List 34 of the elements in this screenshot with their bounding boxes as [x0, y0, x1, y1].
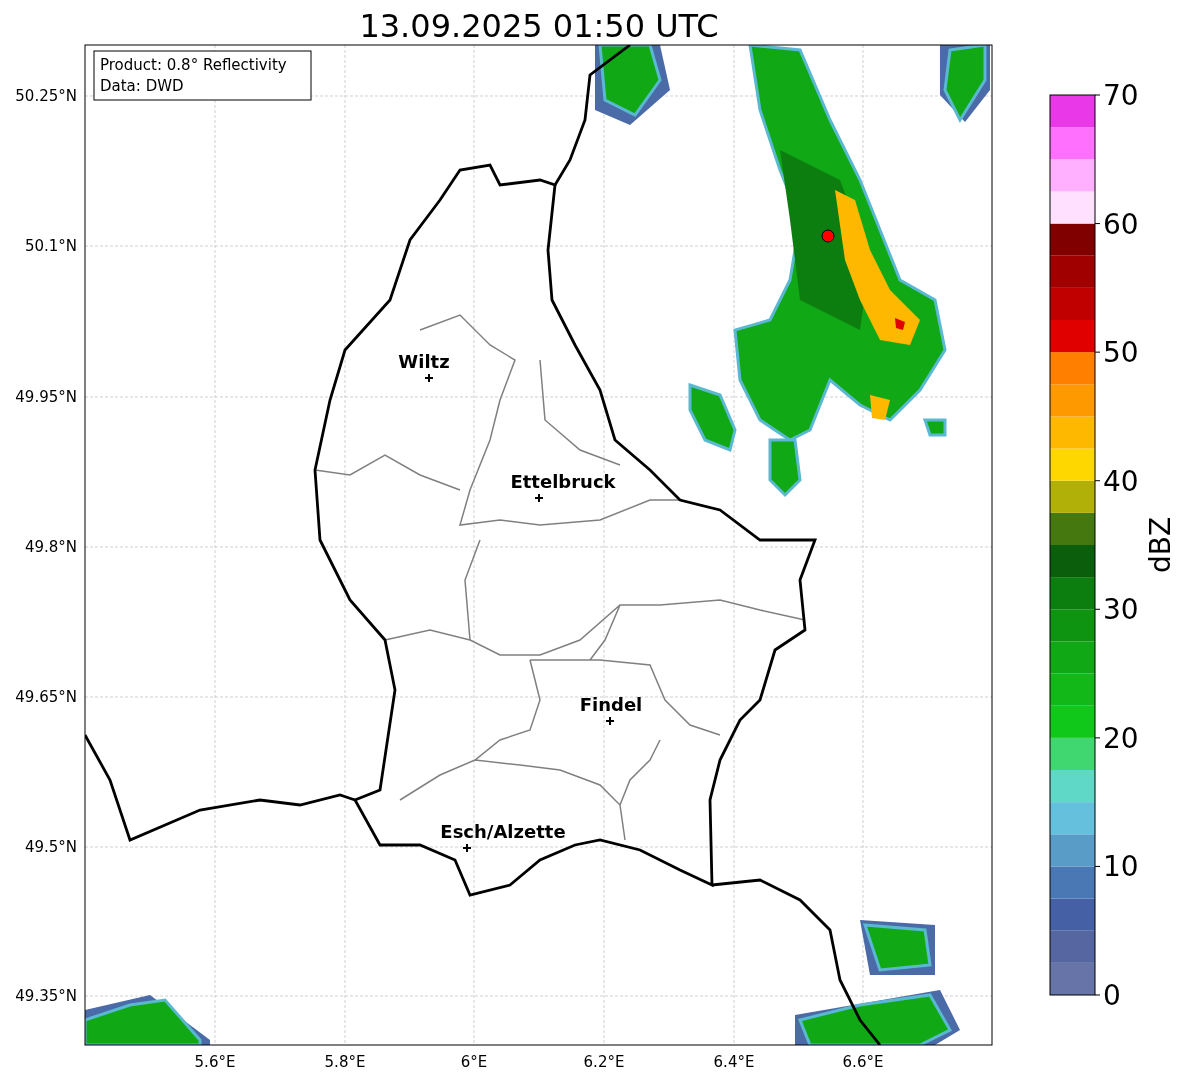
info-text: Data: DWD	[100, 77, 184, 95]
tick-label: 6°E	[460, 1053, 488, 1071]
city-label: Findel	[579, 694, 643, 715]
tick-label: 50.1°N	[24, 237, 77, 255]
tick-label: 49.65°N	[15, 688, 77, 706]
colorbar-tick-label: 20	[1103, 721, 1139, 755]
tick-label: 5.8°E	[324, 1053, 366, 1071]
tick-label: 6.4°E	[713, 1053, 755, 1071]
tick-label: 49.5°N	[24, 838, 77, 856]
info-text: Product: 0.8° Reflectivity	[100, 56, 287, 74]
colorbar-label: dBZ	[1144, 516, 1177, 574]
city-marker	[424, 373, 434, 383]
tick-label: 6.6°E	[842, 1053, 884, 1071]
city-marker	[462, 843, 472, 853]
colorbar-tick-label: 60	[1103, 207, 1139, 241]
city-label: Wiltz	[398, 351, 450, 372]
tick-label: 49.8°N	[24, 538, 77, 556]
chart-title: 13.09.2025 01:50 UTC	[359, 7, 719, 45]
city-marker	[534, 493, 544, 503]
colorbar-tick-label: 0	[1103, 979, 1121, 1012]
colorbar-tick-label: 40	[1103, 464, 1139, 498]
city-label: Esch/Alzette	[440, 821, 566, 842]
tick-label: 49.95°N	[15, 388, 77, 406]
colorbar-tick-label: 10	[1103, 850, 1139, 884]
city-label: Ettelbruck	[510, 471, 616, 492]
colorbar-tick-label: 70	[1103, 79, 1139, 112]
tick-label: 5.6°E	[194, 1053, 236, 1071]
city-marker	[605, 716, 615, 726]
tick-label: 50.25°N	[15, 87, 77, 105]
radar-site-marker	[821, 229, 835, 243]
colorbar-tick-label: 30	[1103, 593, 1139, 627]
colorbar-tick-label: 50	[1103, 336, 1139, 370]
tick-label: 6.2°E	[583, 1053, 625, 1071]
tick-label: 49.35°N	[15, 987, 77, 1005]
